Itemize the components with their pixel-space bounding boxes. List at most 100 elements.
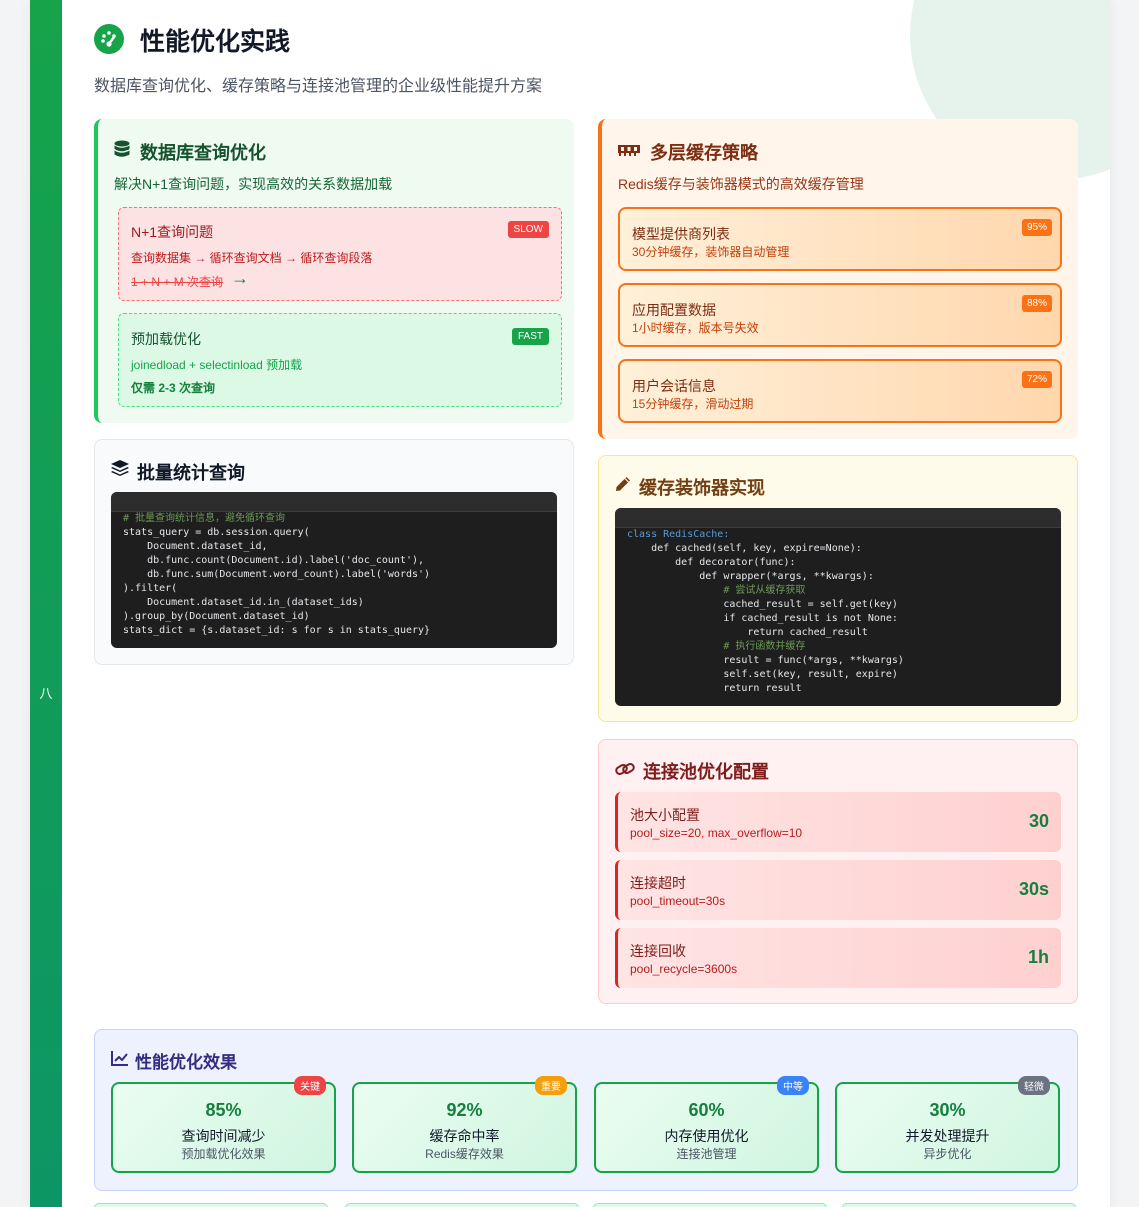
pool-card-title: 连接池优化配置 [643,762,769,782]
performance-effect-card: 性能优化效果 关键 85% 查询时间减少 预加载优化效果 重要 92% 缓存命中… [94,1029,1078,1191]
metric-desc: Redis缓存效果 [425,1147,504,1161]
code-line: # 批量查询统计信息，避免循环查询 [123,513,286,524]
metric-value: 30% [929,1100,966,1120]
cache-item-desc: 1小时缓存，版本号失效 [632,321,759,335]
priority-badge: 中等 [777,1076,809,1095]
pool-setting-desc: pool_timeout=30s [630,894,726,908]
metric-card: 关键 85% 查询时间减少 预加载优化效果 [111,1076,336,1173]
next-section-card [842,1203,1076,1207]
next-section-card [345,1203,579,1207]
pool-setting: 池大小配置 pool_size=20, max_overflow=10 30 [615,792,1061,852]
fast-badge: FAST [511,328,549,345]
metric-card: 重要 92% 缓存命中率 Redis缓存效果 [352,1076,577,1173]
pool-setting-title: 池大小配置 [630,807,700,823]
next-section-card [94,1203,328,1207]
page: 八 性能优化实践 数据库查询优化、缓存策略与连接池管理的企业级性能提升方案 数据… [30,0,1110,1207]
pool-setting-desc: pool_recycle=3600s [630,962,738,976]
gauge-icon [94,24,124,54]
priority-badge: 关键 [294,1076,326,1095]
metric-card: 轻微 30% 并发处理提升 异步优化 [835,1076,1060,1173]
priority-badge: 重要 [535,1076,567,1095]
slow-badge: SLOW [507,221,549,238]
code-line: stats_dict = {s.dataset_id: s for s in s… [123,625,431,636]
link-icon [615,761,635,782]
issue-query-count: 1 + N + M 次查询 [131,275,224,289]
cache-item: 用户会话信息 15分钟缓存，滑动过期 72% [618,359,1062,423]
decorator-code-block: class RedisCache: def cached(self, key, … [615,508,1061,706]
cache-item-title: 用户会话信息 [632,378,716,394]
metric-desc: 预加载优化效果 [181,1147,266,1161]
metric-title: 并发处理提升 [905,1128,990,1144]
cache-card-desc: Redis缓存与装饰器模式的高效缓存管理 [618,176,864,192]
priority-badge: 轻微 [1018,1076,1050,1095]
db-card-title: 数据库查询优化 [140,143,266,163]
cache-hit-badge: 72% [1021,371,1052,388]
decorator-card-title: 缓存装饰器实现 [639,478,765,498]
cache-card-title: 多层缓存策略 [650,143,758,163]
effect-card-title: 性能优化效果 [135,1053,237,1072]
batch-code-block: # 批量查询统计信息，避免循环查询 stats_query = db.sessi… [111,492,557,648]
code-line: ).filter( [123,583,178,594]
n-plus-one-issue-box: N+1查询问题 SLOW 查询数据集 → 循环查询文档 → 循环查询段落 1 +… [118,207,562,301]
memory-icon [618,143,640,162]
cache-item-desc: 15分钟缓存，滑动过期 [632,397,754,411]
code-line: result = func(*args, **kwargs) [627,655,904,666]
pen-icon [615,476,631,497]
code-line: def cached(self, key, expire=None): [627,543,862,554]
code-line: class RedisCache: [627,529,730,540]
code-line: if cached_result is not None: [627,613,898,624]
code-line: def decorator(func): [627,557,796,568]
code-line: return result [627,683,802,694]
code-line: return cached_result [627,627,868,638]
batch-stats-card: 批量统计查询 # 批量查询统计信息，避免循环查询 stats_query = d… [94,439,574,665]
code-line: ).group_by(Document.dataset_id) [123,611,310,622]
chart-line-icon [111,1051,128,1071]
issue-flow: 查询数据集 → 循环查询文档 → 循环查询段落 [131,251,373,265]
pool-setting-value: 30 [1028,811,1049,831]
side-bar-mark: 八 [39,686,53,701]
cache-strategy-card: 多层缓存策略 Redis缓存与装饰器模式的高效缓存管理 模型提供商列表 30分钟… [598,119,1078,439]
side-bar: 八 [30,0,62,1207]
cache-hit-badge: 95% [1021,219,1052,236]
code-line: # 尝试从缓存获取 [627,585,806,596]
metric-title: 缓存命中率 [429,1128,500,1144]
pool-setting-desc: pool_size=20, max_overflow=10 [630,826,803,840]
pool-setting: 连接回收 pool_recycle=3600s 1h [615,928,1061,988]
pool-setting-value: 1h [1027,947,1049,967]
metric-desc: 异步优化 [923,1147,972,1161]
code-window-bar [111,492,557,512]
database-icon [114,140,130,163]
metric-title: 内存使用优化 [664,1128,749,1144]
code-line: self.set(key, result, expire) [627,669,898,680]
metric-desc: 连接池管理 [676,1147,737,1161]
code-window-bar [615,508,1061,528]
eager-load-fix-box: 预加载优化 FAST joinedload + selectinload 预加载… [118,313,562,407]
code-line: def wrapper(*args, **kwargs): [627,571,874,582]
metric-value: 92% [446,1100,483,1120]
cache-item: 模型提供商列表 30分钟缓存，装饰器自动管理 95% [618,207,1062,271]
pool-setting-title: 连接超时 [630,875,686,891]
code-line: Document.dataset_id, [123,541,268,552]
fix-title: 预加载优化 [131,331,201,347]
next-section-card [593,1203,827,1207]
pool-setting-value: 30s [1018,879,1049,899]
code-line: Document.dataset_id.in_(dataset_ids) [123,597,364,608]
metric-value: 60% [688,1100,725,1120]
cache-item: 应用配置数据 1小时缓存，版本号失效 88% [618,283,1062,347]
page-subtitle: 数据库查询优化、缓存策略与连接池管理的企业级性能提升方案 [94,78,543,95]
metric-title: 查询时间减少 [181,1128,266,1144]
layers-icon [111,460,129,481]
fix-query-count: 仅需 2-3 次查询 [131,381,216,395]
code-line: db.func.sum(Document.word_count).label('… [123,569,431,580]
db-query-card: 数据库查询优化 解决N+1查询问题，实现高效的关系数据加载 N+1查询问题 SL… [94,119,574,423]
page-title: 性能优化实践 [140,28,291,56]
cache-item-title: 应用配置数据 [632,302,716,318]
metric-value: 85% [205,1100,242,1120]
cache-decorator-card: 缓存装饰器实现 class RedisCache: def cached(sel… [598,455,1078,722]
code-line: cached_result = self.get(key) [627,599,898,610]
cache-item-desc: 30分钟缓存，装饰器自动管理 [632,245,790,259]
pool-setting-title: 连接回收 [630,943,686,959]
code-line: # 执行函数并缓存 [627,641,806,652]
batch-card-title: 批量统计查询 [137,463,245,483]
pool-setting: 连接超时 pool_timeout=30s 30s [615,860,1061,920]
